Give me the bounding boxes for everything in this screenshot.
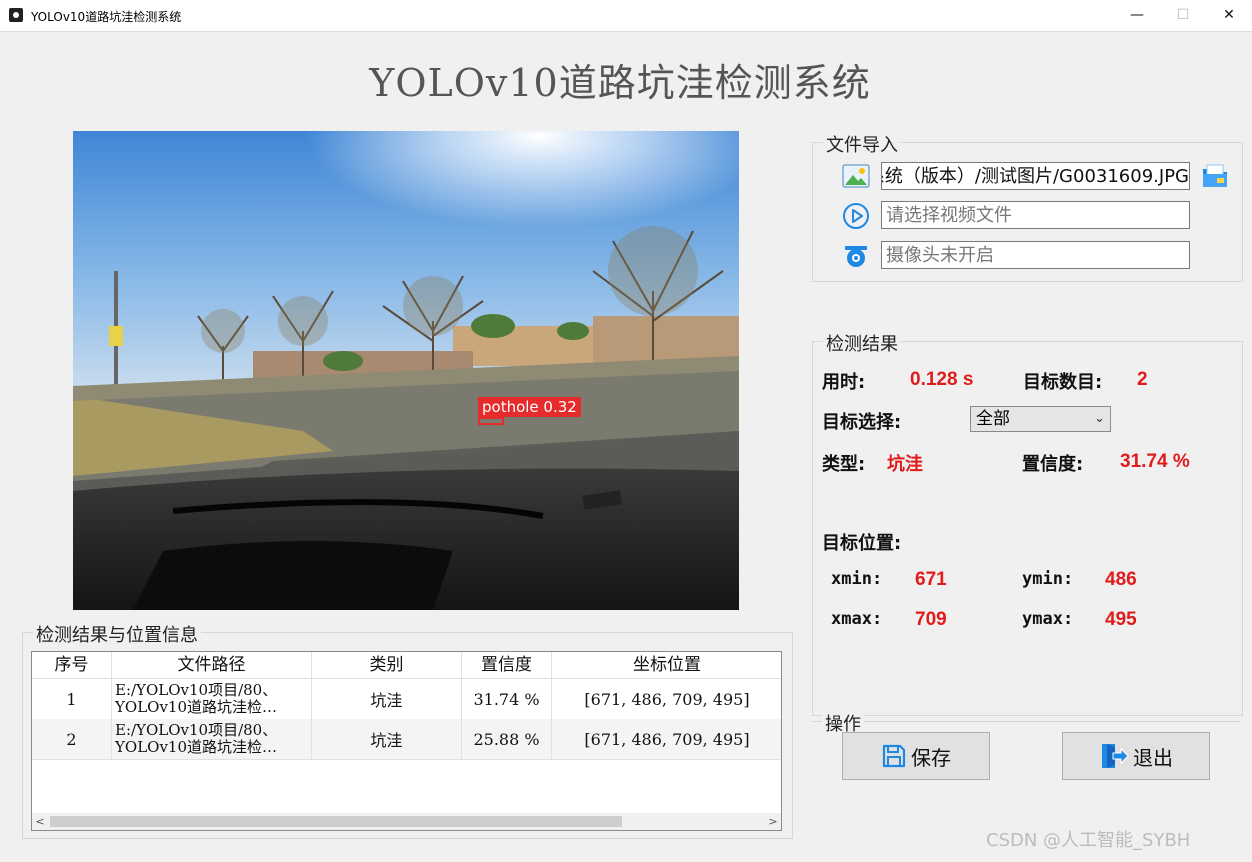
- target-select-label: 目标选择:: [822, 412, 902, 433]
- cell-class[interactable]: 坑洼: [312, 679, 462, 719]
- table-row[interactable]: 2 E:/YOLOv10项目/80、YOLOv10道路坑洼检… 坑洼 25.88…: [32, 719, 781, 760]
- confidence-value: 31.74 %: [1120, 451, 1190, 472]
- close-button[interactable]: ✕: [1206, 0, 1252, 31]
- scroll-left-icon[interactable]: <: [32, 813, 48, 830]
- save-button-label: 保存: [911, 745, 951, 770]
- detection-box: [478, 417, 504, 425]
- video-file-field[interactable]: 请选择视频文件: [881, 201, 1190, 229]
- cell-confidence[interactable]: 25.88 %: [462, 719, 552, 759]
- scrollbar-thumb[interactable]: [50, 816, 622, 827]
- header-class[interactable]: 类别: [312, 652, 462, 678]
- time-label: 用时:: [822, 372, 866, 393]
- image-path-field[interactable]: E:/YOLOv10项目/80、YOLOv10道路坑洼检测系统（版本）/测试图片…: [881, 162, 1190, 190]
- scroll-right-icon[interactable]: >: [765, 813, 781, 830]
- target-count-value: 2: [1137, 369, 1148, 390]
- play-circle-icon[interactable]: [842, 202, 870, 230]
- header-coordinates[interactable]: 坐标位置: [552, 652, 781, 678]
- ymin-label: ymin:: [1022, 569, 1074, 589]
- cell-coordinates[interactable]: [671, 486, 709, 495]: [552, 679, 781, 719]
- window-titlebar: YOLOv10道路坑洼检测系统 — ☐ ✕: [0, 0, 1252, 32]
- camera-icon[interactable]: [842, 242, 870, 270]
- app-logo-icon: [9, 8, 23, 22]
- cell-class[interactable]: 坑洼: [312, 719, 462, 759]
- ymin-value: 486: [1105, 569, 1137, 590]
- watermark: CSDN @人工智能_SYBH: [986, 830, 1191, 851]
- target-select-value: 全部: [976, 409, 1010, 429]
- cell-index[interactable]: 1: [32, 679, 112, 719]
- detection-result-title: 检测结果: [823, 330, 901, 356]
- road-scene-image: [73, 131, 739, 610]
- target-position-label: 目标位置:: [822, 533, 902, 554]
- target-select-dropdown[interactable]: 全部 ⌄: [970, 406, 1111, 432]
- ymax-value: 495: [1105, 609, 1137, 630]
- save-button[interactable]: 保存: [842, 732, 990, 780]
- table-header: 序号 文件路径 类别 置信度 坐标位置: [32, 652, 781, 679]
- header-file-path[interactable]: 文件路径: [112, 652, 312, 678]
- table-row[interactable]: 1 E:/YOLOv10项目/80、YOLOv10道路坑洼检… 坑洼 31.74…: [32, 679, 781, 720]
- xmin-value: 671: [915, 569, 947, 590]
- file-import-title: 文件导入: [823, 131, 901, 157]
- chevron-down-icon: ⌄: [1094, 411, 1105, 426]
- time-value: 0.128 s: [910, 369, 974, 390]
- maximize-button[interactable]: ☐: [1160, 0, 1206, 31]
- main-title: YOLOv10道路坑洼检测系统: [369, 61, 871, 105]
- xmax-label: xmax:: [831, 609, 883, 629]
- result-table[interactable]: 序号 文件路径 类别 置信度 坐标位置 1 E:/YOLOv10项目/80、YO…: [31, 651, 782, 831]
- cell-coordinates[interactable]: [671, 486, 709, 495]: [552, 719, 781, 759]
- horizontal-scrollbar[interactable]: < >: [32, 813, 781, 830]
- type-label: 类型:: [822, 454, 866, 475]
- folder-icon[interactable]: [1201, 162, 1229, 190]
- minimize-button[interactable]: —: [1114, 0, 1160, 31]
- cell-index[interactable]: 2: [32, 719, 112, 759]
- exit-icon: [1102, 744, 1129, 768]
- image-file-icon[interactable]: [842, 162, 870, 190]
- camera-field[interactable]: 摄像头未开启: [881, 241, 1190, 269]
- cell-confidence[interactable]: 31.74 %: [462, 679, 552, 719]
- floppy-icon: [882, 744, 906, 768]
- window-title: YOLOv10道路坑洼检测系统: [31, 10, 182, 24]
- exit-button[interactable]: 退出: [1062, 732, 1210, 780]
- target-count-label: 目标数目:: [1023, 372, 1103, 393]
- cell-file-path[interactable]: E:/YOLOv10项目/80、YOLOv10道路坑洼检…: [112, 679, 312, 719]
- confidence-label: 置信度:: [1022, 454, 1084, 475]
- type-value: 坑洼: [887, 454, 923, 475]
- exit-button-label: 退出: [1133, 745, 1173, 770]
- cell-file-path[interactable]: E:/YOLOv10项目/80、YOLOv10道路坑洼检…: [112, 719, 312, 759]
- header-index[interactable]: 序号: [32, 652, 112, 678]
- result-table-title: 检测结果与位置信息: [33, 621, 201, 647]
- xmax-value: 709: [915, 609, 947, 630]
- ymax-label: ymax:: [1022, 609, 1074, 629]
- detection-label: pothole 0.32: [478, 397, 581, 417]
- xmin-label: xmin:: [831, 569, 883, 589]
- header-confidence[interactable]: 置信度: [462, 652, 552, 678]
- detection-image: pothole 0.32: [73, 131, 739, 610]
